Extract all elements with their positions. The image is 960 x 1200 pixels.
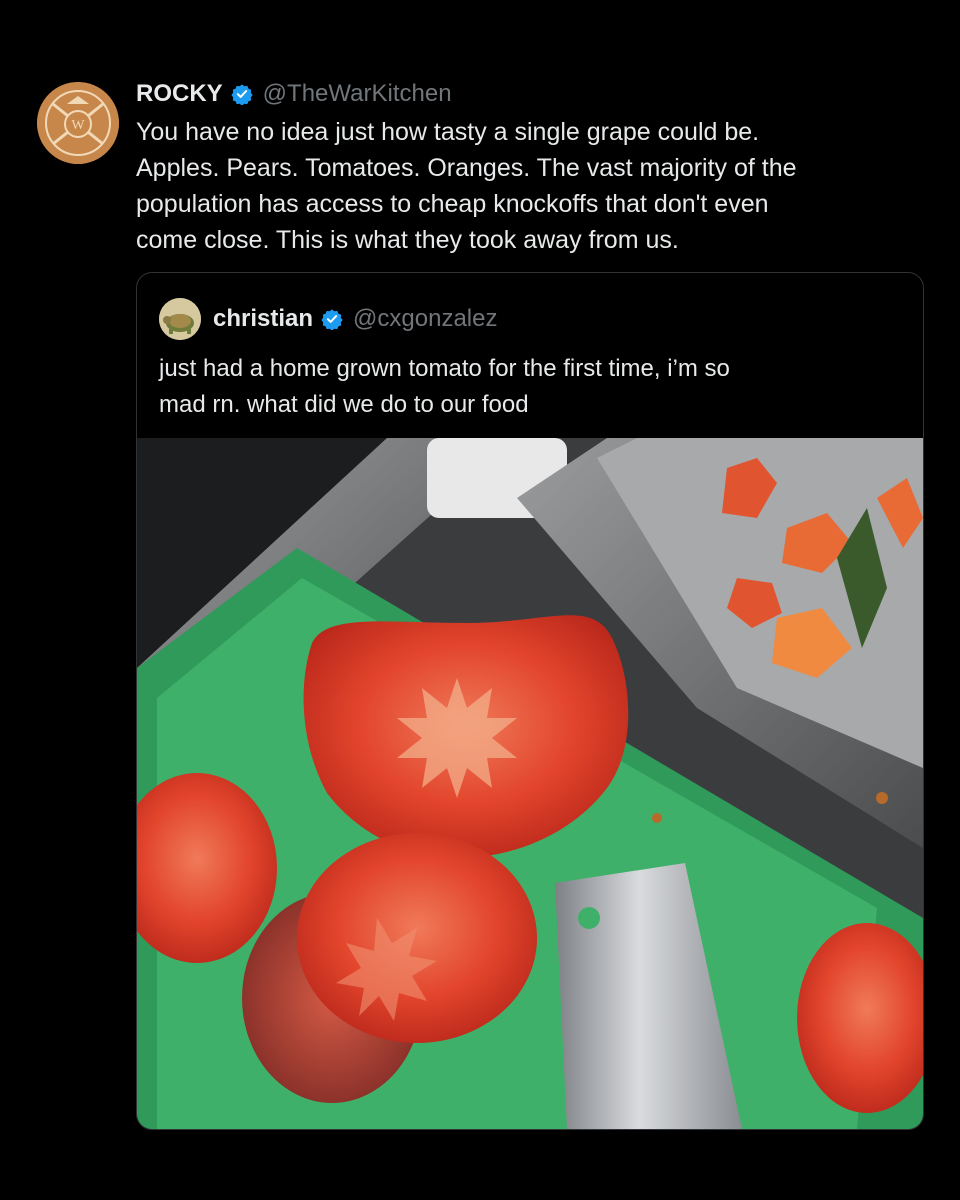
tweet-text-line: come close. This is what they took away … [136,226,679,254]
tweet-text-line: Apples. Pears. Tomatoes. Oranges. The va… [136,154,797,182]
verified-badge-icon [231,84,253,105]
svg-text:W: W [71,118,85,133]
quoted-text-line: mad rn. what did we do to our food [159,391,529,418]
quoted-tweet-header: christian @cxgonzalez [159,298,497,340]
author-handle[interactable]: @TheWarKitchen [263,80,452,108]
verified-badge-icon [321,309,343,330]
quoted-tweet-text: just had a home grown tomato for the fir… [159,351,889,423]
author-avatar[interactable]: W [37,82,119,164]
tweet-text-line: population has access to cheap knockoffs… [136,190,769,218]
tweet-text: You have no idea just how tasty a single… [136,114,926,258]
tomato-photo[interactable] [137,438,923,1129]
quoted-author-handle[interactable]: @cxgonzalez [353,305,497,333]
war-kitchen-logo-icon: W [37,82,119,164]
quoted-tweet-card[interactable]: christian @cxgonzalez just had a home gr… [136,272,924,1130]
quoted-text-line: just had a home grown tomato for the fir… [159,355,730,382]
turtle-avatar-icon [159,298,201,340]
author-name[interactable]: ROCKY [136,80,223,108]
tweet-text-line: You have no idea just how tasty a single… [136,118,760,146]
quoted-author-name[interactable]: christian [213,305,313,333]
quoted-author-avatar[interactable] [159,298,201,340]
tweet-header: ROCKY @TheWarKitchen [136,76,452,112]
